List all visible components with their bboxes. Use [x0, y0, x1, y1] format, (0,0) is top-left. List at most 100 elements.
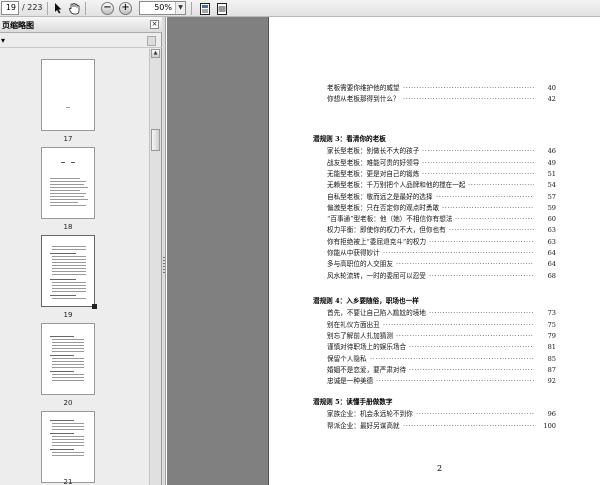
thumbnail-list[interactable]: 17 18 19 20 21: [0, 49, 148, 485]
toc-entry[interactable]: 婚姻不是恋爱，要严肃对待 ····························…: [327, 365, 556, 375]
toc-entry-title: 你能从中获得妙计: [327, 249, 380, 257]
toc-entry[interactable]: “百事通”型老板：他（她）不相信你有想法 ····················…: [327, 214, 556, 224]
page-thumbnail-current[interactable]: [41, 235, 97, 309]
chevron-down-icon[interactable]: ▼: [175, 2, 185, 14]
toc-leader-dots: ········································…: [429, 271, 534, 280]
toc-leader-dots: ········································…: [422, 169, 534, 178]
zoom-select[interactable]: 50% ▼: [139, 1, 186, 15]
toc-leader-dots: ········································…: [442, 203, 534, 212]
scroll-up-icon[interactable]: ▲: [151, 49, 160, 58]
toc-entry-title: 多与高职位的人交朋友: [327, 260, 393, 269]
toc-entry[interactable]: 家族企业：机会永远轮不到你 ···························…: [327, 409, 556, 419]
toc-entry[interactable]: 保留个人隐私 ··································…: [327, 354, 556, 364]
toc-entry[interactable]: 老板需要你维护他的威望 ·····························…: [327, 83, 556, 93]
toc-page-number: 92: [547, 377, 556, 386]
toc-entry-title: 老板需要你维护他的威望: [327, 84, 400, 92]
toc-entry-title: 家族企业：机会永远轮不到你: [327, 410, 413, 419]
toc-leader-dots: ········································…: [436, 192, 534, 201]
toc-page-number: 63: [547, 226, 556, 235]
fit-page-icon[interactable]: [198, 2, 211, 15]
page-thumbnail[interactable]: [41, 59, 95, 131]
panel-splitter[interactable]: [162, 17, 166, 485]
hand-tool-icon[interactable]: [68, 2, 81, 15]
toc-leader-dots: ········································…: [409, 343, 534, 352]
toc-page-number: 49: [547, 158, 556, 167]
toc-entry-title: 别在礼仪方面出丑: [327, 320, 380, 329]
toc-entry-title: 无能型老板：更是对自己的锻炼: [327, 169, 420, 178]
thumbnail-scrollbar[interactable]: ▲: [149, 49, 161, 485]
toc-entry[interactable]: 帮派企业：最好另谋高就 ·····························…: [327, 421, 556, 431]
toc-entry[interactable]: 多与高职位的人交朋友 ······························…: [327, 259, 556, 269]
toc-entry[interactable]: 自私型老板：敬而远之是最好的选择 ························…: [327, 192, 556, 202]
scrollbar-thumb[interactable]: [151, 129, 160, 151]
toc-entry-title: 忠诚是一种美德: [327, 377, 374, 386]
toc-leader-dots: ········································…: [416, 410, 534, 419]
toc-page-number: 87: [547, 365, 556, 374]
page-folio: 2: [437, 464, 443, 473]
toc-page-number: 42: [547, 95, 556, 104]
toc-entry[interactable]: 首先，不要让自己陷入尴尬的境地 ·························…: [327, 308, 556, 318]
toc-entry[interactable]: 谨慎对待职场上的娱乐场合 ····························…: [327, 342, 556, 352]
toc-page-number: 73: [547, 309, 556, 318]
select-arrow-icon[interactable]: [52, 2, 65, 15]
splitter-grip-icon[interactable]: [163, 257, 165, 275]
toc-entry[interactable]: 家长型老板：别做长不大的孩子 ··························…: [327, 146, 556, 156]
chapter-heading[interactable]: 潜规则 4：入乡要随俗，职场也一样: [313, 296, 419, 306]
toc-leader-dots: ········································…: [403, 84, 534, 92]
toc-page-number: 64: [547, 260, 556, 269]
chapter-heading[interactable]: 潜规则 5：读懂手册做数字: [313, 397, 392, 407]
toc-page-number: 54: [547, 181, 556, 190]
toc-leader-dots: ········································…: [403, 95, 534, 104]
fit-width-icon[interactable]: [215, 2, 228, 15]
page-thumbnail[interactable]: [41, 147, 95, 219]
toc-entry-title: 战友型老板：难能可贵的好领导: [327, 158, 420, 167]
toc-entry[interactable]: 无能型老板：更是对自己的锻炼 ··························…: [327, 169, 556, 179]
toc-entry[interactable]: 无赖型老板：千万别把个人品牌和他的搅在一起 ···················…: [327, 180, 556, 190]
toc-entry-title: 帮派企业：最好另谋高就: [327, 421, 400, 430]
thumbnail-label: 18: [63, 223, 73, 231]
toc-page-number: 100: [543, 421, 556, 430]
thumbnail-label: 19: [63, 311, 73, 319]
toc-entry-title: 保留个人隐私: [327, 354, 367, 363]
zoom-out-icon[interactable]: −: [101, 2, 114, 15]
thumbnails-panel: 页缩略图 × ▾ 17 18 19 20 21 ▲: [0, 17, 162, 485]
panel-header: 页缩略图 ×: [0, 17, 162, 33]
panel-title: 页缩略图: [2, 21, 34, 30]
toc-page-number: 57: [547, 192, 556, 201]
toc-entry[interactable]: 别忘了解前人扎加猜测 ······························…: [327, 331, 556, 341]
options-icon[interactable]: ▾: [1, 36, 5, 45]
toc-leader-dots: ········································…: [449, 226, 534, 235]
toc-entry-title: 无赖型老板：千万别把个人品牌和他的搅在一起: [327, 181, 466, 190]
toc-entry-title: “百事通”型老板：他（她）不相信你有想法: [327, 215, 453, 224]
toc-entry-title: 权力平衡：即使你的权力不大，但你也有: [327, 226, 446, 235]
close-icon[interactable]: ×: [150, 20, 159, 29]
toc-entry[interactable]: 你想从老板那得到什么？ ·····························…: [327, 94, 556, 104]
toolbar-separator: [47, 2, 48, 15]
toc-entry[interactable]: 风水轮流转，一时的委屈可以忍受 ·························…: [327, 271, 556, 281]
toc-entry[interactable]: 权力平衡：即使你的权力不大，但你也有 ······················…: [327, 225, 556, 235]
zoom-in-icon[interactable]: +: [119, 2, 132, 15]
page-thumbnail[interactable]: [41, 411, 95, 483]
toc-page-number: 79: [547, 331, 556, 340]
page-total-label: / 223: [22, 3, 43, 12]
page-thumbnail[interactable]: [41, 323, 95, 395]
toc-entry-title: 别忘了解前人扎加猜测: [327, 331, 393, 340]
toc-entry[interactable]: 你能从中获得妙计 ································…: [327, 248, 556, 258]
toc-entry-title: 偏激型老板：只在否定你的观点时勇敢: [327, 203, 440, 212]
toc-leader-dots: ········································…: [422, 147, 534, 156]
page-number-input[interactable]: 19: [1, 1, 19, 15]
toc-entry[interactable]: 忠诚是一种美德 ·································…: [327, 376, 556, 386]
toc-entry[interactable]: 别在礼仪方面出丑 ································…: [327, 320, 556, 330]
trash-icon[interactable]: [147, 36, 156, 46]
toc-entry[interactable]: 你有拒绝被上“委屈退克斗”的权力 ························…: [327, 237, 556, 247]
thumbnail-label: 21: [63, 478, 73, 485]
chapter-heading[interactable]: 潜规则 3：看清你的老板: [313, 134, 386, 144]
toc-entry-title: 家长型老板：别做长不大的孩子: [327, 147, 420, 156]
toc-page-number: 96: [547, 410, 556, 419]
toc-entry[interactable]: 偏激型老板：只在否定你的观点时勇敢 ·······················…: [327, 203, 556, 213]
toc-page-number: 68: [547, 271, 556, 280]
toc-leader-dots: ········································…: [403, 421, 534, 430]
document-view[interactable]: 老板需要你维护他的威望 ·····························…: [167, 17, 600, 485]
toc-page-number: 75: [547, 320, 556, 329]
toc-entry[interactable]: 战友型老板：难能可贵的好领导 ··························…: [327, 158, 556, 168]
